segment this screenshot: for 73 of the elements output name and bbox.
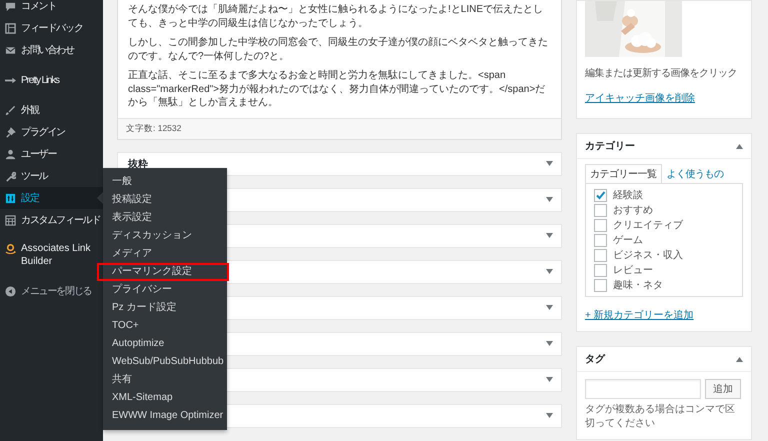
toggle-icon[interactable] <box>546 233 553 238</box>
word-count: 文字数: 12532 <box>118 118 561 138</box>
checkbox[interactable] <box>594 248 607 262</box>
postbox-header[interactable]: 抜粋 <box>117 152 562 176</box>
sidebar-item[interactable]: 設定 <box>0 187 103 209</box>
toggle-icon[interactable] <box>736 356 743 362</box>
submenu-item[interactable]: EWWW Image Optimizer <box>103 407 227 425</box>
category-label: おすすめ <box>613 204 653 217</box>
submenu-item[interactable]: パーマリンク設定 <box>97 263 229 281</box>
collapse-icon <box>5 286 16 296</box>
submenu-item[interactable]: TOC+ <box>103 317 227 335</box>
help-text: タグが複数ある場合はコンマで区切ってください <box>585 403 736 431</box>
checkbox[interactable] <box>594 264 607 276</box>
category-label: 経験談 <box>613 188 643 202</box>
brush-icon <box>5 104 16 116</box>
toggle-icon[interactable] <box>546 269 553 274</box>
toggle-icon[interactable] <box>546 413 553 418</box>
sidebar-item[interactable]: ユーザー <box>0 143 103 165</box>
submenu-item[interactable]: 共有 <box>103 371 227 389</box>
editor-text: そんな僕が今では「肌綺麗だよね〜」と女性に触られるようになったよ!とLINEで伝えたとしても、きっと中学の同級生は信じなかったでしょう。 しかし、この間参加した中学校の同窓会で、同級生の女子達が僕の顔にベタベタと触ってきたのです。なんで?一体何したの?と。 正直な話、そこに至るまで多大なるお金と時間と労力を無駄にしてきました。<span class="markerRed">努力が報われたのではなく、努力自体が間違っていたのです。</span>だから「無駄」としか言えません。 <box>127 2 549 110</box>
plug-icon <box>5 126 16 138</box>
remove-image-link[interactable]: アイキャッチ画像を削除 <box>585 93 695 104</box>
add-button[interactable]: 追加 <box>705 379 741 399</box>
toggle-icon[interactable] <box>546 197 553 202</box>
sidebar-item[interactable]: カスタムフィールド <box>0 209 103 231</box>
mail-icon <box>5 44 16 56</box>
sidebar-item[interactable]: Pretty Links <box>0 69 103 91</box>
category-tab[interactable]: よく使うもの <box>662 164 728 183</box>
submenu-item[interactable]: 投稿設定 <box>103 191 227 209</box>
card-title: カテゴリー <box>585 140 635 153</box>
grid-icon <box>5 214 16 226</box>
submenu-item[interactable]: WebSub/PubSubHubbub <box>103 353 227 371</box>
category-label: クリエイティブ <box>613 218 683 232</box>
user-icon <box>5 148 16 160</box>
category-tab[interactable]: カテゴリー一覧 <box>585 164 662 183</box>
toggle-icon[interactable] <box>546 305 553 310</box>
category-label: ゲーム <box>613 234 643 247</box>
toggle-icon[interactable] <box>546 341 553 346</box>
sidebar-item[interactable]: フィードバック <box>0 17 103 39</box>
submenu-item[interactable]: ディスカッション <box>103 227 227 245</box>
wrench-icon <box>5 170 16 182</box>
checkbox[interactable] <box>594 278 607 292</box>
submenu-item[interactable]: 表示設定 <box>103 209 227 227</box>
checkbox[interactable] <box>594 188 607 202</box>
image-caption: 編集または更新する画像をクリック <box>585 66 738 80</box>
toggle-icon[interactable] <box>736 144 743 148</box>
sidebar-item[interactable]: メニューを閉じる <box>0 280 103 302</box>
toggle-icon[interactable] <box>546 377 553 382</box>
submenu-item[interactable]: Pz カード設定 <box>103 299 227 317</box>
submenu-item[interactable]: メディア <box>103 245 227 263</box>
tag-input[interactable] <box>585 379 701 399</box>
card-title: タグ <box>585 353 605 366</box>
settings-icon <box>5 192 16 204</box>
sidebar-item[interactable]: 外観 <box>0 99 103 121</box>
table-icon <box>5 22 16 34</box>
category-label: ビジネス・収入 <box>613 248 683 262</box>
toggle-icon[interactable] <box>546 161 553 166</box>
speech-bubble-icon <box>5 0 16 12</box>
submenu-item[interactable]: Autoptimize <box>103 335 227 353</box>
submenu-item[interactable]: 一般 <box>103 173 227 191</box>
add-category-link[interactable]: + 新規カテゴリーを追加 <box>585 310 694 321</box>
submenu-item[interactable]: プライバシー <box>103 281 227 299</box>
checkbox[interactable] <box>594 234 607 246</box>
sidebar-item[interactable]: お問い合わせ <box>0 39 103 61</box>
sidebar-item[interactable]: プラグイン <box>0 121 103 143</box>
editor-box[interactable] <box>117 0 562 140</box>
sidebar-item[interactable]: ツール <box>0 165 103 187</box>
category-label: レビュー <box>613 264 653 277</box>
category-label: 趣味・ネタ <box>613 278 663 292</box>
checkbox[interactable] <box>594 204 607 216</box>
sidebar-item[interactable]: コメント <box>0 0 103 17</box>
submenu-item[interactable]: XML-Sitemap <box>103 389 227 407</box>
checkbox[interactable] <box>594 218 607 232</box>
